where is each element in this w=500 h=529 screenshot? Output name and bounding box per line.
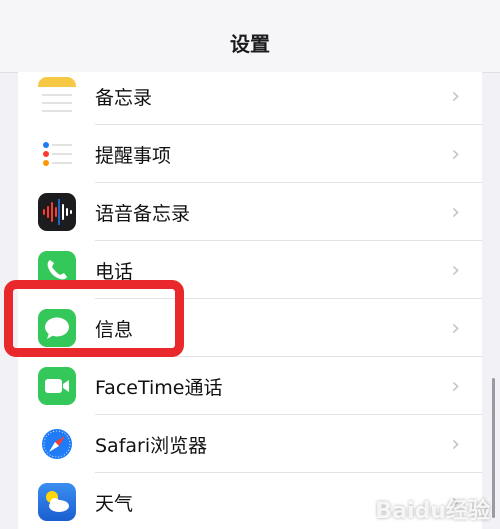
settings-row-label: Safari浏览器 (95, 434, 208, 457)
chevron-right-icon: › (451, 257, 460, 283)
settings-row-reminders[interactable]: 提醒事项 › (18, 125, 482, 183)
settings-row-label: 语音备忘录 (95, 202, 191, 225)
settings-row-label: 天气 (95, 492, 134, 515)
chevron-right-icon: › (451, 141, 460, 167)
reminders-icon (38, 135, 76, 173)
highlight-box (4, 280, 184, 357)
settings-row-label: 备忘录 (95, 86, 153, 109)
weather-icon (38, 483, 76, 521)
voice-memos-icon (38, 193, 76, 231)
settings-row-notes[interactable]: 备忘录 › (18, 72, 482, 125)
settings-row-label: FaceTime通话 (95, 376, 223, 399)
chevron-right-icon: › (451, 373, 460, 399)
chevron-right-icon: › (451, 315, 460, 341)
settings-row-safari[interactable]: Safari浏览器 › (18, 415, 482, 473)
chevron-right-icon: › (451, 83, 460, 109)
watermark-logo: Baidu经验 (375, 499, 490, 524)
safari-icon (38, 425, 76, 463)
navigation-bar: 设置 (0, 0, 500, 73)
settings-row-label: 提醒事项 (95, 144, 172, 167)
chevron-right-icon: › (451, 199, 460, 225)
scrollbar[interactable] (492, 378, 495, 518)
notes-icon (38, 77, 76, 115)
facetime-icon (38, 367, 76, 405)
settings-row-facetime[interactable]: FaceTime通话 › (18, 357, 482, 415)
page-title: 设置 (230, 31, 270, 56)
chevron-right-icon: › (451, 431, 460, 457)
settings-row-voice-memos[interactable]: 语音备忘录 › (18, 183, 482, 241)
